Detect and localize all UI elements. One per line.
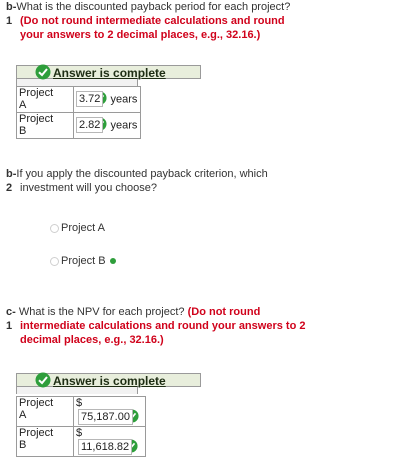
question-b1-text: What is the discounted payback period fo… bbox=[16, 1, 291, 13]
project-a-label: Project A bbox=[16, 396, 74, 427]
question-c1-label: c- bbox=[6, 306, 16, 318]
option-label: Project B bbox=[61, 255, 106, 267]
project-b-npv-cell: $ 11,618.82 bbox=[73, 426, 146, 457]
project-b-label: Project B bbox=[16, 112, 74, 139]
years-label: years bbox=[110, 93, 138, 106]
option-project-b[interactable]: Project B bbox=[50, 254, 116, 268]
question-c1-text: What is the NPV for each project? bbox=[18, 306, 185, 318]
table-row: Project B 2.82 years bbox=[16, 112, 141, 139]
question-b1-num: 1 bbox=[6, 15, 13, 27]
question-b1-instruction-2: your answers to 2 decimal places, e.g., … bbox=[20, 29, 261, 41]
question-c1: c- What is the NPV for each project? (Do… bbox=[6, 305, 405, 347]
radio-button[interactable] bbox=[50, 256, 59, 266]
question-b2-num: 2 bbox=[6, 182, 13, 194]
check-circle-icon bbox=[35, 64, 51, 83]
radio-button[interactable] bbox=[50, 223, 59, 233]
table-row: Project A 3.72 years bbox=[16, 86, 141, 113]
question-c1-num: 1 bbox=[6, 320, 13, 332]
project-a-payback-input[interactable]: 3.72 bbox=[76, 91, 104, 108]
option-label: Project A bbox=[61, 222, 106, 234]
payback-table: Project A 3.72 years Project B 2.82 years bbox=[16, 86, 141, 139]
project-a-label: Project A bbox=[16, 86, 74, 113]
project-a-npv-cell: $ 75,187.00 bbox=[73, 396, 146, 427]
project-b-cell: 2.82 years bbox=[73, 112, 141, 139]
answer-header: Answer is complete bbox=[16, 372, 201, 388]
question-c1-instruction-0: (Do not round bbox=[187, 306, 261, 318]
check-circle-icon bbox=[35, 372, 51, 391]
npv-table: Project A $ 75,187.00 Project B $ 11,618.8… bbox=[16, 396, 146, 457]
answer-complete-text: Answer is complete bbox=[53, 66, 166, 80]
option-project-a[interactable]: Project A bbox=[50, 221, 105, 235]
question-b2-label: b- bbox=[6, 168, 17, 180]
answer-complete-text: Answer is complete bbox=[53, 374, 166, 388]
years-label: years bbox=[110, 119, 138, 132]
table-row: Project A $ 75,187.00 bbox=[16, 396, 146, 427]
question-b1-instruction-1: (Do not round intermediate calculations … bbox=[20, 15, 285, 27]
answer-complete-banner-2: Answer is complete bbox=[16, 372, 201, 394]
selected-correct-dot-icon bbox=[109, 258, 116, 265]
answer-header: Answer is complete bbox=[16, 64, 201, 80]
question-b2: b-If you apply the discounted payback cr… bbox=[6, 167, 405, 195]
project-b-payback-input[interactable]: 2.82 bbox=[76, 117, 104, 134]
answer-complete-banner-1: Answer is complete bbox=[16, 64, 201, 86]
table-row: Project B $ 11,618.82 bbox=[16, 426, 146, 457]
project-b-npv-input[interactable]: 11,618.82 bbox=[78, 439, 133, 456]
question-b1-label: b- bbox=[6, 1, 17, 13]
project-a-npv-input[interactable]: 75,187.00 bbox=[78, 409, 133, 426]
currency-symbol: $ bbox=[76, 427, 83, 439]
project-a-cell: 3.72 years bbox=[73, 86, 141, 113]
question-c1-instruction-1: intermediate calculations and round your… bbox=[20, 320, 306, 332]
question-c1-instruction-2: decimal places, e.g., 32.16.) bbox=[20, 334, 164, 346]
project-b-label: Project B bbox=[16, 426, 74, 457]
currency-symbol: $ bbox=[76, 397, 83, 409]
question-b2-text-2: investment will you choose? bbox=[20, 182, 157, 194]
question-b2-text: If you apply the discounted payback crit… bbox=[16, 168, 268, 180]
question-b1: b-What is the discounted payback period … bbox=[6, 0, 405, 42]
